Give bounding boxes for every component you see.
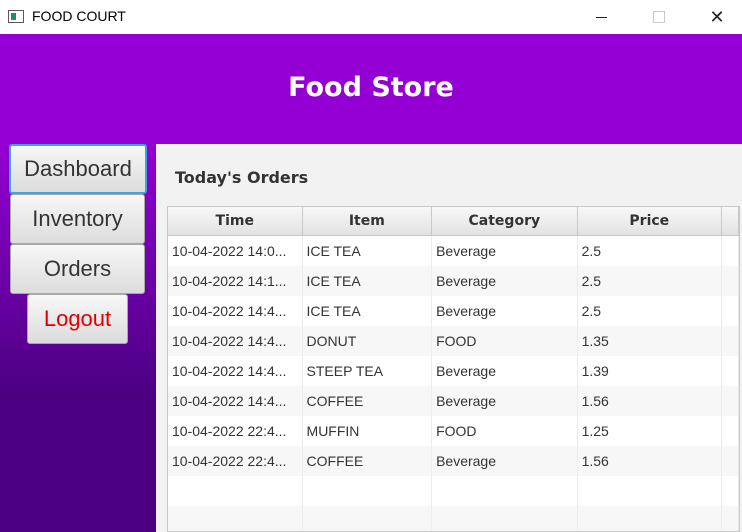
- cell-category: [432, 476, 578, 506]
- cell-time: 10-04-2022 14:4...: [168, 296, 303, 326]
- inventory-button[interactable]: Inventory: [10, 194, 145, 244]
- cell-item: ICE TEA: [303, 296, 433, 326]
- cell-item: MUFFIN: [303, 416, 433, 446]
- app-header: Food Store: [0, 34, 742, 144]
- app-icon: [8, 10, 24, 23]
- cell-time: 10-04-2022 14:1...: [168, 266, 303, 296]
- cell-price: 1.25: [578, 416, 723, 446]
- minimize-icon: [595, 16, 607, 18]
- cell-item: COFFEE: [303, 446, 433, 476]
- cell-filler: [722, 476, 739, 506]
- sidebar: Dashboard Inventory Orders Logout: [0, 144, 156, 532]
- table-row[interactable]: 10-04-2022 14:4... ICE TEA Beverage 2.5: [168, 296, 739, 326]
- close-button[interactable]: ✕: [694, 0, 740, 34]
- cell-item: COFFEE: [303, 386, 433, 416]
- table-row: [168, 476, 739, 506]
- table-row: [168, 506, 739, 531]
- orders-table[interactable]: Time Item Category Price 10-04-2022 14:0…: [167, 206, 740, 532]
- cell-price: 2.5: [578, 236, 723, 266]
- cell-time: 10-04-2022 22:4...: [168, 416, 303, 446]
- main-content: Today's Orders Time Item Category Price …: [156, 144, 742, 532]
- cell-filler: [722, 416, 739, 446]
- cell-time: [168, 506, 303, 531]
- cell-filler: [722, 506, 739, 531]
- cell-filler: [722, 356, 739, 386]
- section-title: Today's Orders: [175, 168, 309, 187]
- table-row[interactable]: 10-04-2022 14:1... ICE TEA Beverage 2.5: [168, 266, 739, 296]
- cell-category: FOOD: [432, 416, 578, 446]
- cell-price: 1.56: [578, 386, 723, 416]
- cell-time: 10-04-2022 14:0...: [168, 236, 303, 266]
- dashboard-button[interactable]: Dashboard: [9, 144, 147, 194]
- orders-button[interactable]: Orders: [10, 244, 145, 294]
- table-row[interactable]: 10-04-2022 14:4... COFFEE Beverage 1.56: [168, 386, 739, 416]
- cell-time: 10-04-2022 14:4...: [168, 356, 303, 386]
- cell-category: Beverage: [432, 386, 578, 416]
- cell-price: 2.5: [578, 266, 723, 296]
- cell-price: [578, 506, 723, 531]
- cell-time: 10-04-2022 22:4...: [168, 446, 303, 476]
- cell-price: 2.5: [578, 296, 723, 326]
- cell-time: [168, 476, 303, 506]
- cell-category: Beverage: [432, 356, 578, 386]
- table-row[interactable]: 10-04-2022 22:4... COFFEE Beverage 1.56: [168, 446, 739, 476]
- column-header-filler: [722, 207, 739, 235]
- header-title: Food Store: [288, 72, 454, 103]
- cell-time: 10-04-2022 14:4...: [168, 326, 303, 356]
- minimize-button[interactable]: [578, 0, 624, 34]
- cell-category: Beverage: [432, 236, 578, 266]
- table-body: 10-04-2022 14:0... ICE TEA Beverage 2.5 10-0…: [168, 236, 739, 531]
- cell-category: Beverage: [432, 266, 578, 296]
- window-title: FOOD COURT: [32, 8, 126, 24]
- column-header-category[interactable]: Category: [432, 207, 578, 235]
- cell-item: DONUT: [303, 326, 433, 356]
- table-header: Time Item Category Price: [168, 207, 739, 236]
- close-icon: ✕: [709, 6, 725, 28]
- table-row[interactable]: 10-04-2022 14:0... ICE TEA Beverage 2.5: [168, 236, 739, 266]
- cell-item: [303, 476, 433, 506]
- cell-price: 1.39: [578, 356, 723, 386]
- table-row[interactable]: 10-04-2022 14:4... STEEP TEA Beverage 1.39: [168, 356, 739, 386]
- cell-price: [578, 476, 723, 506]
- cell-item: ICE TEA: [303, 266, 433, 296]
- cell-filler: [722, 446, 739, 476]
- cell-filler: [722, 266, 739, 296]
- cell-category: Beverage: [432, 296, 578, 326]
- cell-time: 10-04-2022 14:4...: [168, 386, 303, 416]
- cell-filler: [722, 326, 739, 356]
- logout-button[interactable]: Logout: [27, 294, 128, 344]
- column-header-item[interactable]: Item: [303, 207, 433, 235]
- cell-category: [432, 506, 578, 531]
- cell-filler: [722, 386, 739, 416]
- maximize-icon: [653, 11, 665, 23]
- cell-category: Beverage: [432, 446, 578, 476]
- table-row[interactable]: 10-04-2022 22:4... MUFFIN FOOD 1.25: [168, 416, 739, 446]
- cell-item: [303, 506, 433, 531]
- cell-price: 1.35: [578, 326, 723, 356]
- cell-item: ICE TEA: [303, 236, 433, 266]
- cell-item: STEEP TEA: [303, 356, 433, 386]
- cell-filler: [722, 296, 739, 326]
- column-header-price[interactable]: Price: [578, 207, 723, 235]
- cell-price: 1.56: [578, 446, 723, 476]
- cell-filler: [722, 236, 739, 266]
- window-titlebar: FOOD COURT ✕: [0, 0, 742, 34]
- column-header-time[interactable]: Time: [168, 207, 303, 235]
- table-row[interactable]: 10-04-2022 14:4... DONUT FOOD 1.35: [168, 326, 739, 356]
- maximize-button[interactable]: [636, 0, 682, 34]
- cell-category: FOOD: [432, 326, 578, 356]
